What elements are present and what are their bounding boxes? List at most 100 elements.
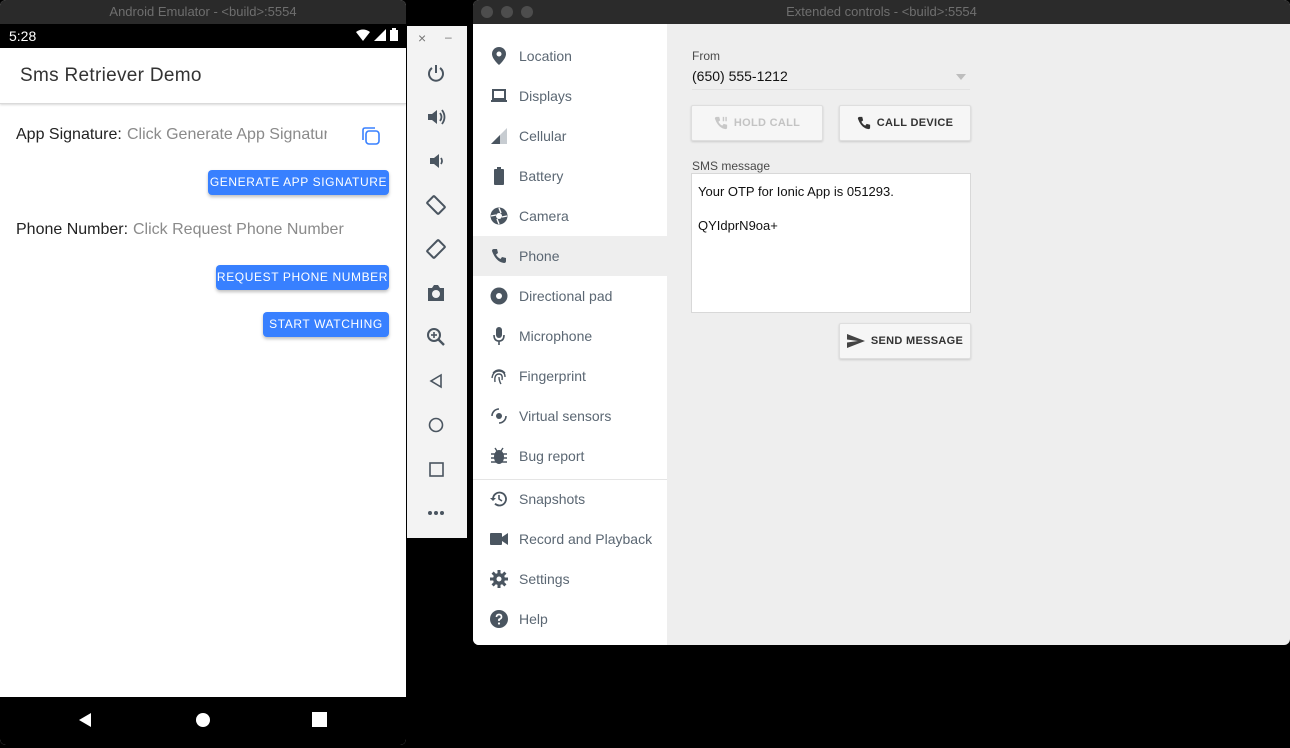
app-toolbar: Sms Retriever Demo	[0, 48, 406, 104]
android-nav-bar	[0, 697, 406, 745]
window-close-button[interactable]	[481, 6, 493, 18]
extended-controls-window: Extended controls - <build>:5554 Locatio…	[473, 0, 1290, 645]
sidebar-item-fingerprint[interactable]: Fingerprint	[473, 356, 667, 396]
window-minimize-button[interactable]	[501, 6, 513, 18]
send-icon	[846, 334, 865, 348]
sidebar-item-location[interactable]: Location	[473, 36, 667, 76]
volume-down-icon[interactable]	[423, 148, 449, 174]
sidebar-item-settings[interactable]: Settings	[473, 559, 667, 599]
sidebar-item-bug-report[interactable]: Bug report	[473, 436, 667, 476]
sensors-icon	[489, 406, 509, 426]
generate-app-signature-button[interactable]: GENERATE APP SIGNATURE	[208, 170, 389, 195]
location-pin-icon	[489, 46, 509, 66]
display-icon	[489, 86, 509, 106]
sidebar-item-directional-pad[interactable]: Directional pad	[473, 276, 667, 316]
back-icon[interactable]	[423, 368, 449, 394]
sms-message-input[interactable]: Your OTP for Ionic App is 051293. QYIdpr…	[691, 173, 971, 313]
from-dropdown[interactable]: (650) 555-1212	[692, 68, 970, 90]
phone-number-label: Phone Number:	[16, 221, 129, 238]
sidebar-item-label: Camera	[519, 208, 569, 224]
power-icon[interactable]	[423, 60, 449, 86]
toolbar-minimize-icon[interactable]: –	[445, 30, 452, 44]
sidebar-item-label: Displays	[519, 88, 572, 104]
more-icon[interactable]	[423, 500, 449, 526]
send-message-button[interactable]: SEND MESSAGE	[839, 323, 971, 359]
status-icons	[356, 28, 398, 41]
copy-icon[interactable]	[360, 125, 382, 147]
extended-title-bar: Extended controls - <build>:5554	[473, 0, 1290, 24]
camera-aperture-icon	[489, 206, 509, 226]
status-bar: 5:28	[0, 24, 406, 48]
emulator-side-toolbar: × –	[407, 26, 467, 538]
battery-icon	[489, 166, 509, 186]
send-message-label: SEND MESSAGE	[870, 335, 964, 347]
sidebar-item-label: Snapshots	[519, 491, 586, 507]
sidebar-item-label: Phone	[519, 248, 560, 264]
sidebar-item-battery[interactable]: Battery	[473, 156, 667, 196]
sidebar-item-snapshots[interactable]: Snapshots	[473, 479, 667, 519]
rotate-left-icon[interactable]	[423, 192, 449, 218]
phone-paused-icon	[714, 116, 727, 130]
nav-home-icon[interactable]	[195, 712, 211, 728]
microphone-icon	[489, 326, 509, 346]
bug-icon	[489, 446, 509, 466]
toolbar-close-icon[interactable]: ×	[418, 30, 426, 46]
overview-icon[interactable]	[423, 456, 449, 482]
sidebar-item-camera[interactable]: Camera	[473, 196, 667, 236]
start-watching-button[interactable]: START WATCHING	[263, 312, 389, 337]
zoom-icon[interactable]	[423, 324, 449, 350]
help-icon	[489, 609, 509, 629]
volume-up-icon[interactable]	[423, 104, 449, 130]
sidebar-item-label: Microphone	[519, 328, 593, 344]
sidebar-item-label: Record and Playback	[519, 531, 653, 547]
sidebar-item-label: Directional pad	[519, 288, 613, 304]
sidebar-item-label: Fingerprint	[519, 368, 586, 384]
phone-icon	[489, 246, 509, 266]
sidebar-item-displays[interactable]: Displays	[473, 76, 667, 116]
chevron-down-icon	[956, 74, 966, 80]
sidebar-item-label: Bug report	[519, 448, 585, 464]
sidebar-item-label: Battery	[519, 168, 564, 184]
fingerprint-icon	[489, 366, 509, 386]
home-icon[interactable]	[423, 412, 449, 438]
status-time: 5:28	[9, 28, 37, 44]
wifi-icon	[356, 29, 370, 41]
video-icon	[489, 529, 509, 549]
camera-icon[interactable]	[423, 280, 449, 306]
sidebar-item-help[interactable]: Help	[473, 599, 667, 639]
battery-icon	[390, 28, 398, 41]
sidebar-item-phone[interactable]: Phone	[473, 236, 667, 276]
from-value: (650) 555-1212	[692, 68, 788, 84]
phone-number-value: Click Request Phone Number	[133, 221, 344, 238]
sidebar-item-virtual-sensors[interactable]: Virtual sensors	[473, 396, 667, 436]
from-label: From	[692, 49, 720, 63]
hold-call-button[interactable]: HOLD CALL	[691, 105, 823, 141]
history-icon	[489, 489, 509, 509]
sidebar-item-label: Settings	[519, 571, 570, 587]
sidebar-item-label: Virtual sensors	[519, 408, 612, 424]
emulator-window: Android Emulator - <build>:5554 5:28 Sms…	[0, 0, 406, 745]
sidebar-item-microphone[interactable]: Microphone	[473, 316, 667, 356]
nav-back-icon[interactable]	[77, 712, 93, 728]
call-device-button[interactable]: CALL DEVICE	[839, 105, 971, 141]
page-title: Sms Retriever Demo	[20, 65, 202, 86]
sidebar-item-cellular[interactable]: Cellular	[473, 116, 667, 156]
app-signature-value: Click Generate App Signatur	[127, 126, 327, 143]
rotate-right-icon[interactable]	[423, 236, 449, 262]
window-zoom-button[interactable]	[521, 6, 533, 18]
sidebar-item-label: Cellular	[519, 128, 567, 144]
hold-call-label: HOLD CALL	[733, 117, 801, 129]
nav-overview-icon[interactable]	[312, 712, 327, 727]
emulator-title-bar: Android Emulator - <build>:5554	[0, 0, 406, 24]
gear-icon	[489, 569, 509, 589]
sidebar-item-record-and-playback[interactable]: Record and Playback	[473, 519, 667, 559]
sidebar-item-label: Location	[519, 48, 572, 64]
sms-message-label: SMS message	[692, 159, 771, 173]
dpad-icon	[489, 286, 509, 306]
phone-icon	[857, 116, 870, 130]
extended-sidebar: Location Displays Cellular Battery Camer…	[473, 24, 667, 645]
app-signature-label: App Signature:	[16, 126, 122, 143]
cellular-signal-icon	[489, 126, 509, 146]
request-phone-number-button[interactable]: REQUEST PHONE NUMBER	[216, 265, 389, 290]
signal-icon	[374, 28, 386, 41]
